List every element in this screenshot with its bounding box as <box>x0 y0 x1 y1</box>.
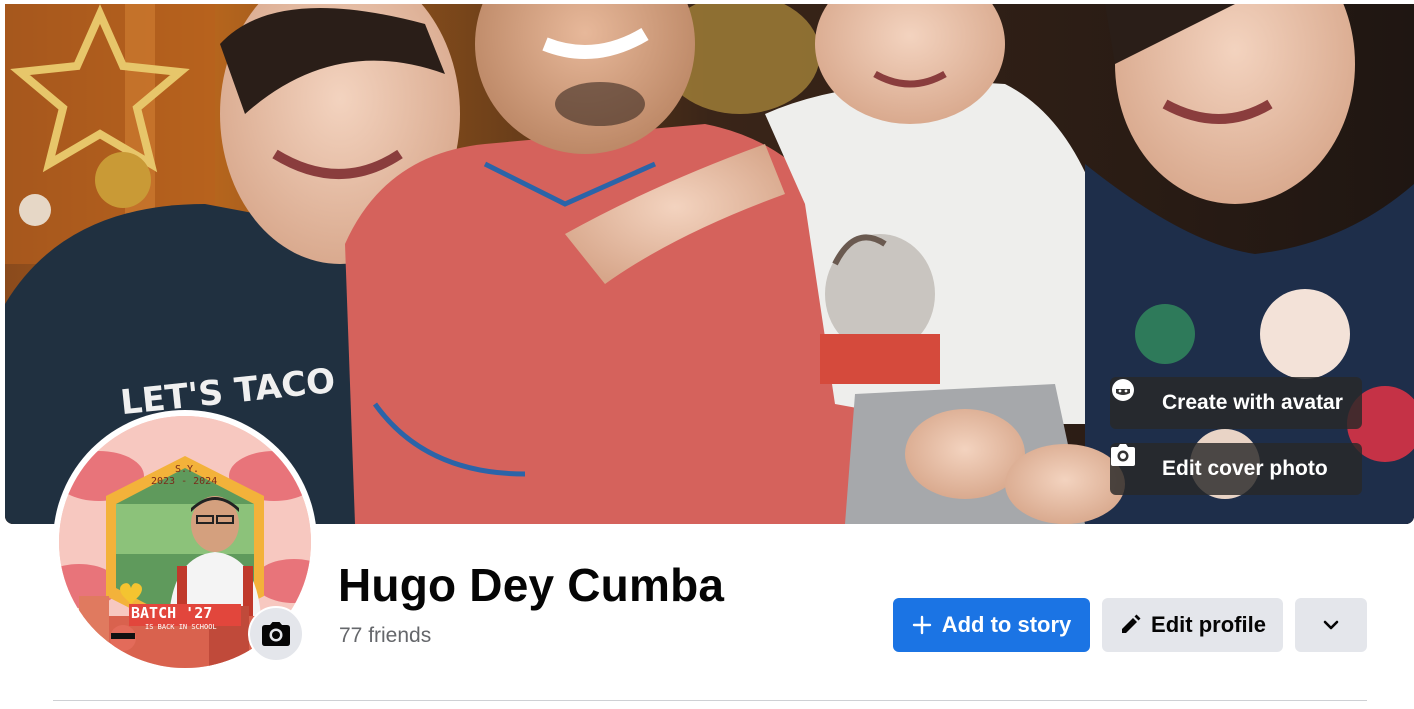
add-to-story-button[interactable]: Add to story <box>893 598 1090 652</box>
edit-profile-button[interactable]: Edit profile <box>1102 598 1283 652</box>
edit-cover-photo-button[interactable]: Edit cover photo <box>1110 443 1362 495</box>
edit-profile-label: Edit profile <box>1151 612 1266 637</box>
edit-cover-photo-label: Edit cover photo <box>1162 457 1328 480</box>
plus-icon <box>912 615 932 635</box>
camera-icon <box>1111 444 1154 482</box>
frame-back-text: IS BACK IN SCHOOL <box>145 623 217 631</box>
frame-sy-text: S.Y. <box>175 464 200 475</box>
more-options-button[interactable] <box>1295 598 1367 652</box>
camera-icon <box>261 621 291 647</box>
frame-years-text: 2023 - 2024 <box>151 476 218 487</box>
pencil-icon <box>1119 614 1141 636</box>
add-to-story-label: Add to story <box>941 612 1072 637</box>
update-profile-picture-button[interactable] <box>248 606 304 662</box>
friends-count-link[interactable]: 77 friends <box>339 624 431 648</box>
frame-batch-text: BATCH '27 <box>131 604 213 622</box>
profile-header-divider <box>53 700 1367 701</box>
create-with-avatar-button[interactable]: Create with avatar <box>1110 377 1362 429</box>
profile-name: Hugo Dey Cumba <box>338 559 725 611</box>
create-with-avatar-label: Create with avatar <box>1162 391 1343 414</box>
avatar-icon <box>1112 379 1154 416</box>
chevron-down-icon <box>1322 619 1340 631</box>
